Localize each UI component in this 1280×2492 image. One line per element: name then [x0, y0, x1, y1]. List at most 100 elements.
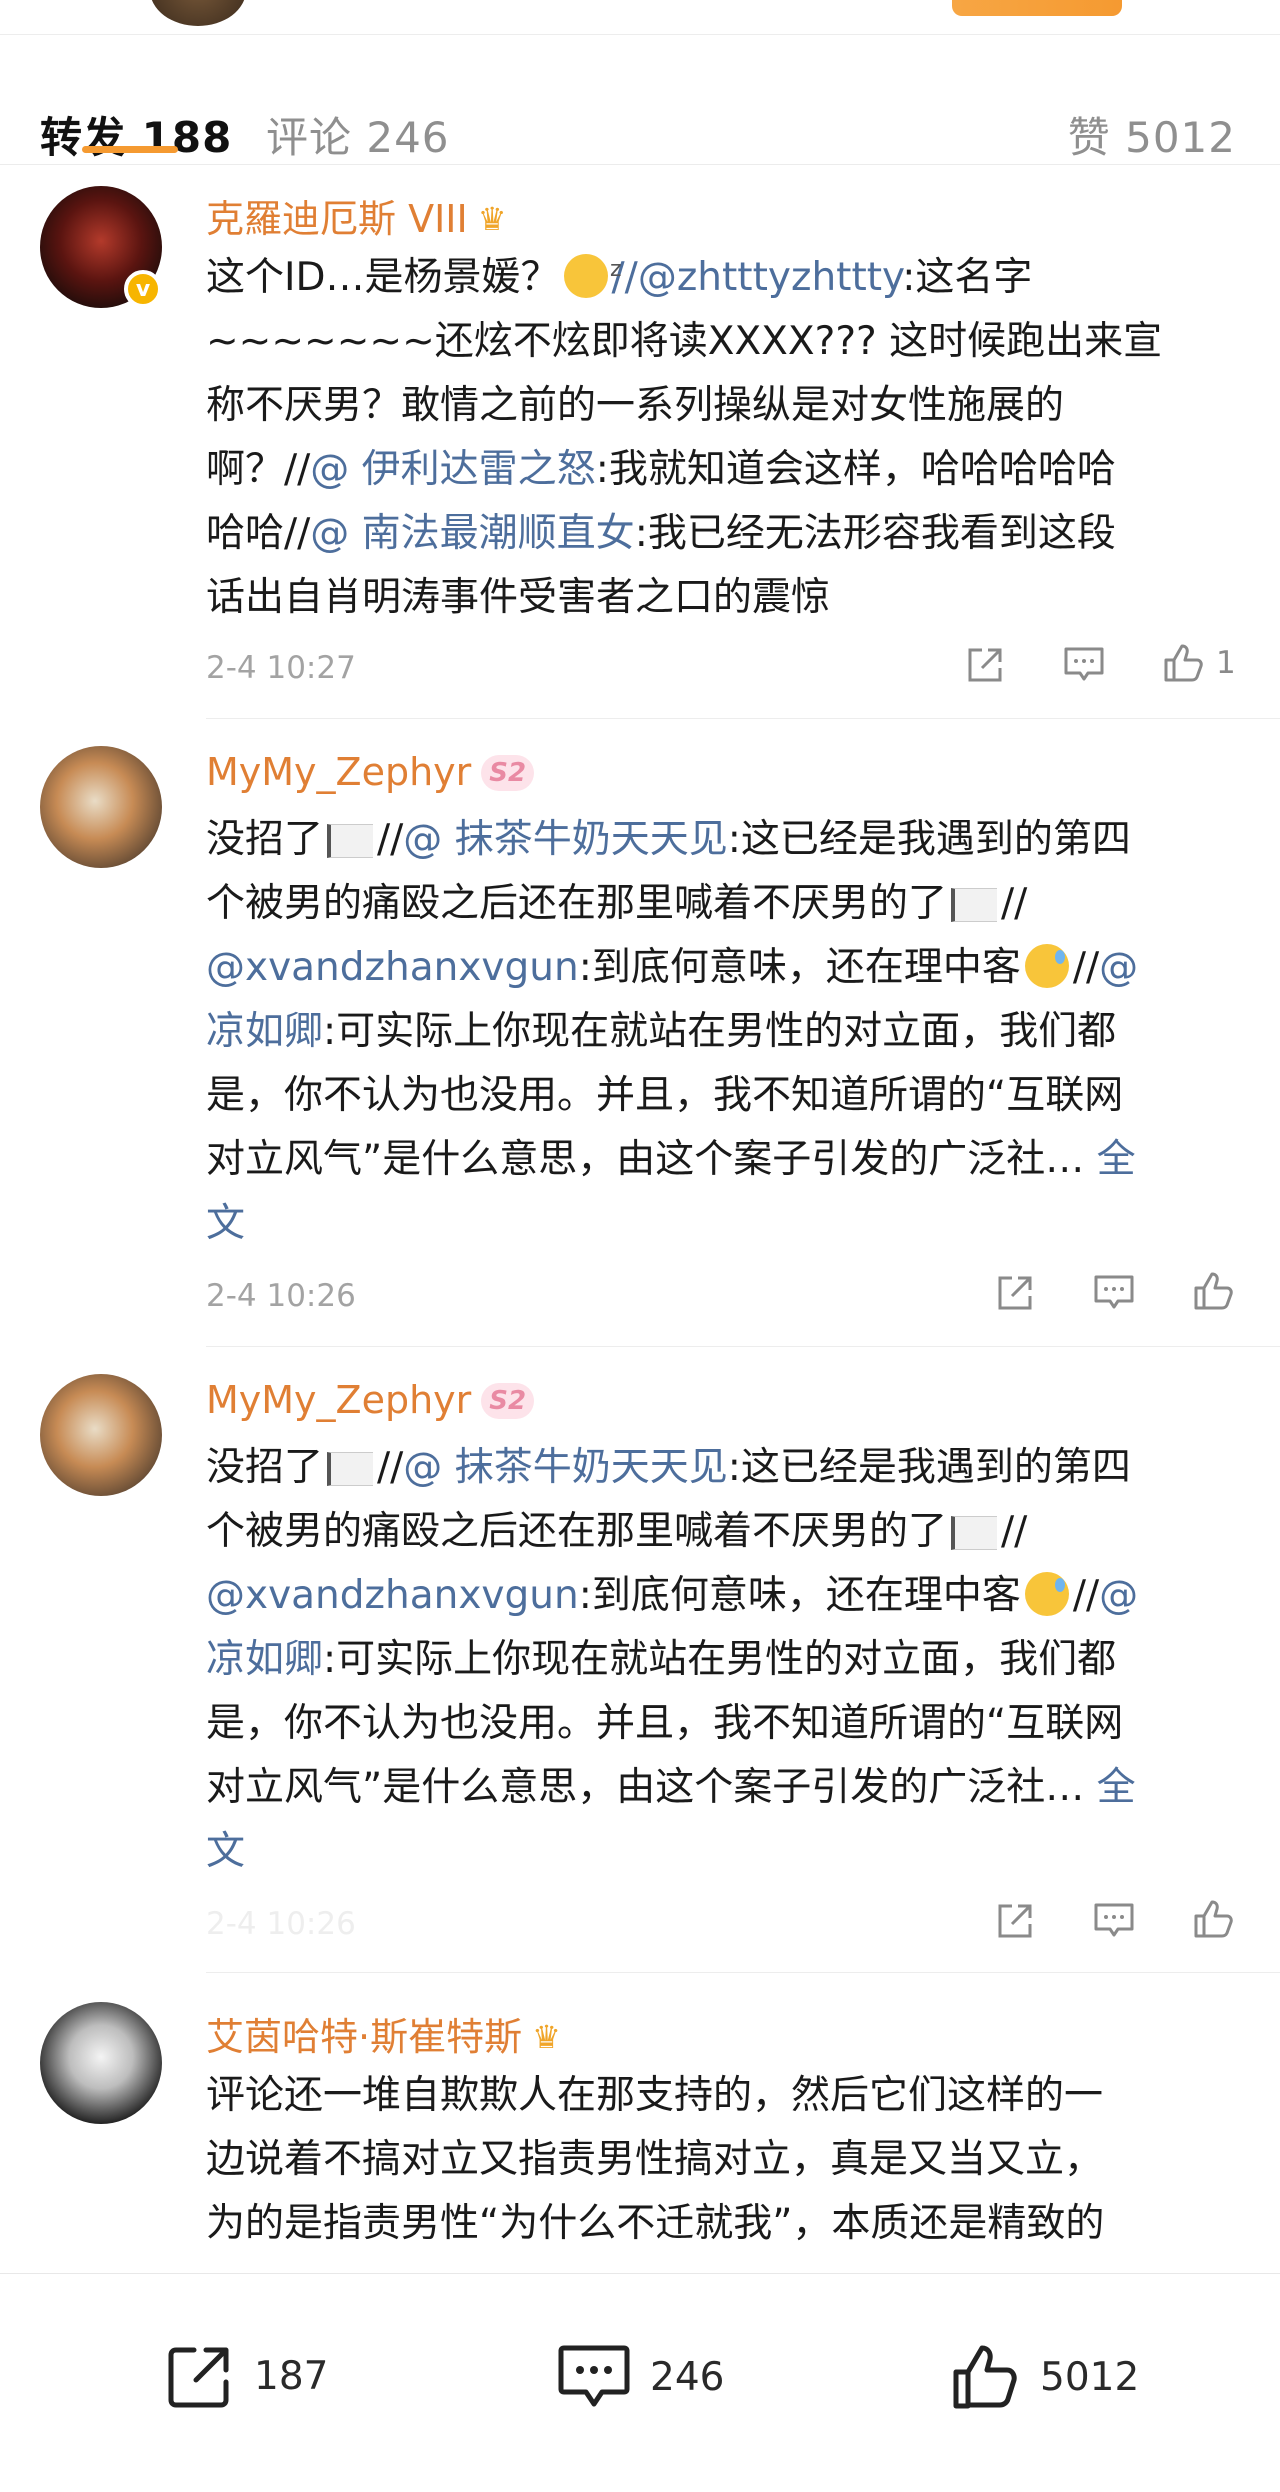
- repost-icon: [968, 648, 1002, 682]
- text-segment: 对立风气”是什么意思，由这个案子引发的广泛社…: [206, 1765, 1097, 1810]
- comment-icon: [1094, 1275, 1134, 1309]
- bottom-repost-count: 187: [254, 2353, 329, 2399]
- mention-link[interactable]: @: [1099, 945, 1138, 990]
- text-segment: 为的是指责男性“为什么不迁就我”，本质还是精致的: [206, 2201, 1105, 2246]
- comment-icon: [1064, 647, 1104, 681]
- username[interactable]: 克羅迪厄斯 VIII ♛: [206, 188, 506, 243]
- comment-button[interactable]: [1092, 1272, 1136, 1314]
- divider: [206, 718, 1280, 719]
- bottom-like-button[interactable]: 5012: [948, 2340, 1139, 2414]
- timestamp: 2-4 10:26: [206, 1906, 356, 1942]
- comment-button[interactable]: [1062, 644, 1106, 686]
- text-segment: :可实际上你现在就站在男性的对立面，我们都: [323, 1009, 1117, 1054]
- like-count: 1: [1216, 645, 1236, 681]
- mention-link[interactable]: 全: [1097, 1137, 1136, 1182]
- text-segment: 边说着不搞对立又指责男性搞对立，真是又当又立，: [206, 2137, 1104, 2182]
- mention-link[interactable]: 文: [206, 1201, 245, 1246]
- active-tab-indicator: [82, 146, 178, 153]
- tab-forward[interactable]: 转发 188: [40, 104, 232, 165]
- mention-link[interactable]: @ 抹茶牛奶天天见: [403, 1445, 727, 1490]
- mention-link[interactable]: 凉如卿: [206, 1637, 323, 1682]
- mention-link[interactable]: @xvandzhanxvgun: [206, 1573, 579, 1618]
- tab-like[interactable]: 赞 5012: [1068, 104, 1236, 165]
- text-segment: 没招了: [206, 817, 324, 862]
- level-badge: S2: [481, 755, 535, 791]
- post-line: 话出自肖明涛事件受害者之口的震惊: [206, 566, 1246, 630]
- post-line: 评论还一堆自欺欺人在那支持的，然后它们这样的一: [206, 2064, 1246, 2128]
- post-line: 称不厌男？敢情之前的一系列操纵是对女性施展的: [206, 374, 1246, 438]
- text-segment: 评论还一堆自欺欺人在那支持的，然后它们这样的一: [206, 2073, 1104, 2118]
- white-flag-icon: [327, 824, 374, 858]
- username[interactable]: MyMy_Zephyr S2: [206, 750, 535, 794]
- like-button[interactable]: [1190, 1896, 1236, 1942]
- text-segment: :到底何意味，还在理中客: [578, 1573, 1021, 1618]
- thumbs-up-icon: [953, 2345, 1017, 2409]
- comment-button[interactable]: [1092, 1900, 1136, 1942]
- post-body: 没招了//@ 抹茶牛奶天天见:这已经是我遇到的第四 个被男的痛殴之后还在那里喊着不…: [206, 808, 1246, 1256]
- interaction-tabs: 转发 188 评论 246 赞 5012: [0, 34, 1280, 165]
- text-segment: 个被男的痛殴之后还在那里喊着不厌男的了: [206, 881, 948, 926]
- text-segment: //: [377, 817, 404, 862]
- avatar[interactable]: [40, 2002, 162, 2124]
- thumbs-up-icon: [1164, 644, 1203, 682]
- avatar[interactable]: [40, 746, 162, 868]
- post-body: 这个ID…是杨景媛？ //@zhtttyzhttty:这名字 ~~~~~~~还炫不炫…: [206, 238, 1246, 630]
- post-line: 哈哈//@ 南法最潮顺直女:我已经无法形容我看到这段: [206, 502, 1246, 566]
- mention-link[interactable]: //@zhtttyzhttty: [612, 255, 903, 300]
- crown-icon: ♛: [477, 200, 507, 238]
- text-segment: :这名字: [902, 255, 1033, 300]
- text-segment: 没招了: [206, 1445, 324, 1490]
- timestamp: 2-4 10:27: [206, 650, 356, 686]
- post-body: 评论还一堆自欺欺人在那支持的，然后它们这样的一 边说着不搞对立又指责男性搞对立，真…: [206, 2064, 1246, 2256]
- username[interactable]: MyMy_Zephyr S2: [206, 1378, 535, 1422]
- text-segment: :这已经是我遇到的第四: [727, 1445, 1131, 1490]
- text-segment: 哈哈//: [206, 511, 311, 556]
- mention-link[interactable]: 全: [1097, 1765, 1136, 1810]
- post-line: @xvandzhanxvgun:到底何意味，还在理中客 //@: [206, 936, 1246, 1000]
- divider: [206, 1346, 1280, 1347]
- white-flag-icon: [327, 1452, 374, 1486]
- repost-button[interactable]: [994, 1272, 1036, 1314]
- post-line: 是，你不认为也没用。并且，我不知道所谓的“互联网: [206, 1064, 1246, 1128]
- repost-icon: [998, 1904, 1032, 1938]
- timestamp: 2-4 10:26: [206, 1278, 356, 1314]
- tab-comment[interactable]: 评论 246: [266, 104, 450, 165]
- avatar[interactable]: [40, 1374, 162, 1496]
- thumbs-up-icon: [1194, 1900, 1233, 1938]
- like-button[interactable]: [1190, 1268, 1236, 1314]
- username[interactable]: 艾茵哈特·斯崔特斯 ♛: [206, 2006, 561, 2061]
- text-segment: 是，你不认为也没用。并且，我不知道所谓的“互联网: [206, 1073, 1124, 1118]
- text-segment: :我已经无法形容我看到这段: [634, 511, 1116, 556]
- repost-icon: [998, 1276, 1032, 1310]
- author-avatar[interactable]: [150, 0, 246, 26]
- thumbs-up-icon: [1194, 1272, 1233, 1310]
- username-text: MyMy_Zephyr: [206, 750, 472, 794]
- post-line: ~~~~~~~还炫不炫即将读XXXX??? 这时候跑出来宣: [206, 310, 1246, 374]
- like-button[interactable]: 1: [1160, 640, 1236, 686]
- follow-button[interactable]: [952, 0, 1122, 16]
- mention-link[interactable]: @ 南法最潮顺直女: [310, 511, 634, 556]
- repost-button[interactable]: [994, 1900, 1036, 1942]
- mention-link[interactable]: 文: [206, 1829, 245, 1874]
- username-text: MyMy_Zephyr: [206, 1378, 472, 1422]
- post-line: 这个ID…是杨景媛？ //@zhtttyzhttty:这名字: [206, 238, 1246, 310]
- text-segment: 是，你不认为也没用。并且，我不知道所谓的“互联网: [206, 1701, 1124, 1746]
- mention-link[interactable]: @xvandzhanxvgun: [206, 945, 579, 990]
- post-line: 个被男的痛殴之后还在那里喊着不厌男的了 //: [206, 872, 1246, 936]
- post-line: 边说着不搞对立又指责男性搞对立，真是又当又立，: [206, 2128, 1246, 2192]
- post-line: 对立风气”是什么意思，由这个案子引发的广泛社… 全: [206, 1756, 1246, 1820]
- mention-link[interactable]: @ 抹茶牛奶天天见: [403, 817, 727, 862]
- mention-link[interactable]: @ 伊利达雷之怒: [310, 447, 595, 492]
- post-line: 没招了 //@ 抹茶牛奶天天见:这已经是我遇到的第四: [206, 808, 1246, 872]
- bottom-comment-button[interactable]: 246: [556, 2340, 724, 2414]
- post-line: 没招了 //@ 抹茶牛奶天天见:这已经是我遇到的第四: [206, 1436, 1246, 1500]
- bottom-repost-button[interactable]: 187: [164, 2340, 328, 2412]
- repost-button[interactable]: [964, 644, 1006, 686]
- text-segment: 个被男的痛殴之后还在那里喊着不厌男的了: [206, 1509, 948, 1554]
- mention-link[interactable]: 凉如卿: [206, 1009, 323, 1054]
- smug-emoji-icon: [563, 238, 622, 302]
- text-segment: //: [377, 1445, 404, 1490]
- post-body: 没招了 //@ 抹茶牛奶天天见:这已经是我遇到的第四个被男的痛殴之后还在那里喊着不…: [206, 1436, 1246, 1884]
- comment-icon: [1094, 1903, 1134, 1937]
- mention-link[interactable]: @: [1099, 1573, 1138, 1618]
